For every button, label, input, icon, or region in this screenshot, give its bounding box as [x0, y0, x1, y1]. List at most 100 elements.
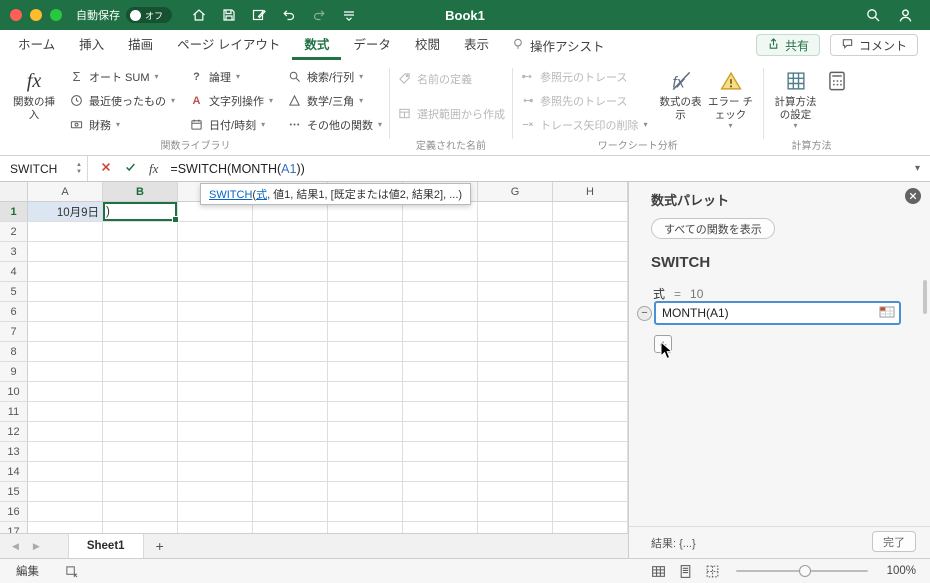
cell-G2[interactable]	[478, 222, 553, 242]
row-header-10[interactable]: 10	[0, 382, 28, 402]
cell-G10[interactable]	[478, 382, 553, 402]
cell-E15[interactable]	[328, 482, 403, 502]
cell-H9[interactable]	[553, 362, 628, 382]
cell-F15[interactable]	[403, 482, 478, 502]
cell-C5[interactable]	[178, 282, 253, 302]
customize-toolbar-icon[interactable]	[340, 7, 357, 24]
recently-used-button[interactable]: 最近使ったもの ▾	[69, 91, 175, 110]
financial-button[interactable]: 財務 ▾	[69, 115, 175, 134]
cell-D8[interactable]	[253, 342, 328, 362]
cell-A11[interactable]	[28, 402, 103, 422]
undo-icon[interactable]	[280, 7, 297, 24]
cell-A12[interactable]	[28, 422, 103, 442]
cell-H8[interactable]	[553, 342, 628, 362]
cell-F14[interactable]	[403, 462, 478, 482]
cell-D7[interactable]	[253, 322, 328, 342]
row-header-4[interactable]: 4	[0, 262, 28, 282]
row-header-9[interactable]: 9	[0, 362, 28, 382]
cell-C1[interactable]	[178, 202, 253, 222]
insert-function-button[interactable]: fx 関数の挿入	[9, 64, 59, 121]
cell-G3[interactable]	[478, 242, 553, 262]
cell-E12[interactable]	[328, 422, 403, 442]
cell-G7[interactable]	[478, 322, 553, 342]
cell-C15[interactable]	[178, 482, 253, 502]
show-formulas-button[interactable]: fx 数式の表示	[656, 64, 706, 121]
cell-C7[interactable]	[178, 322, 253, 342]
cell-H14[interactable]	[553, 462, 628, 482]
row-header-15[interactable]: 15	[0, 482, 28, 502]
panel-scrollbar[interactable]	[923, 280, 927, 314]
cell-E14[interactable]	[328, 462, 403, 482]
error-checking-button[interactable]: エラー チェック ▾	[706, 64, 756, 131]
search-icon[interactable]	[864, 7, 881, 24]
column-header-B[interactable]: B	[103, 182, 178, 201]
trace-precedents-button[interactable]: 参照元のトレース	[520, 67, 647, 86]
add-sheet-button[interactable]: +	[144, 534, 176, 558]
calculate-now-button[interactable]	[821, 64, 853, 96]
tooltip-function-link[interactable]: SWITCH	[209, 189, 252, 201]
cell-F4[interactable]	[403, 262, 478, 282]
cell-F12[interactable]	[403, 422, 478, 442]
cell-B17[interactable]	[103, 522, 178, 533]
cell-A1[interactable]: 10月9日	[28, 202, 103, 222]
cell-A7[interactable]	[28, 322, 103, 342]
cell-G4[interactable]	[478, 262, 553, 282]
cell-F17[interactable]	[403, 522, 478, 533]
home-icon[interactable]	[190, 7, 207, 24]
cell-H16[interactable]	[553, 502, 628, 522]
cell-D4[interactable]	[253, 262, 328, 282]
cell-B11[interactable]	[103, 402, 178, 422]
math-trig-button[interactable]: 数学/三角 ▾	[287, 91, 382, 110]
cell-B15[interactable]	[103, 482, 178, 502]
name-box[interactable]: SWITCH ▲ ▼	[0, 156, 88, 181]
cell-E13[interactable]	[328, 442, 403, 462]
cell-A9[interactable]	[28, 362, 103, 382]
cell-C3[interactable]	[178, 242, 253, 262]
save-icon[interactable]	[220, 7, 237, 24]
tell-me-button[interactable]: 操作アシスト	[501, 30, 615, 60]
tab-home[interactable]: ホーム	[6, 30, 67, 60]
cell-A8[interactable]	[28, 342, 103, 362]
cell-E8[interactable]	[328, 342, 403, 362]
cell-F1[interactable]	[403, 202, 478, 222]
done-button[interactable]: 完了	[872, 531, 916, 552]
cell-F5[interactable]	[403, 282, 478, 302]
cell-D3[interactable]	[253, 242, 328, 262]
cell-G17[interactable]	[478, 522, 553, 533]
cell-H17[interactable]	[553, 522, 628, 533]
row-header-5[interactable]: 5	[0, 282, 28, 302]
cell-H3[interactable]	[553, 242, 628, 262]
cell-D12[interactable]	[253, 422, 328, 442]
redo-icon[interactable]	[310, 7, 327, 24]
cell-D17[interactable]	[253, 522, 328, 533]
cell-C2[interactable]	[178, 222, 253, 242]
cell-B9[interactable]	[103, 362, 178, 382]
cell-F9[interactable]	[403, 362, 478, 382]
row-header-7[interactable]: 7	[0, 322, 28, 342]
cell-C9[interactable]	[178, 362, 253, 382]
row-header-13[interactable]: 13	[0, 442, 28, 462]
cell-H10[interactable]	[553, 382, 628, 402]
cell-B10[interactable]	[103, 382, 178, 402]
define-name-button[interactable]: 名前の定義	[397, 69, 505, 88]
account-icon[interactable]	[897, 7, 914, 24]
cell-E11[interactable]	[328, 402, 403, 422]
cell-B6[interactable]	[103, 302, 178, 322]
cell-E5[interactable]	[328, 282, 403, 302]
cell-D13[interactable]	[253, 442, 328, 462]
cell-B12[interactable]	[103, 422, 178, 442]
row-header-2[interactable]: 2	[0, 222, 28, 242]
column-header-A[interactable]: A	[28, 182, 103, 201]
tab-view[interactable]: 表示	[452, 30, 501, 60]
cell-C11[interactable]	[178, 402, 253, 422]
create-from-selection-button[interactable]: 選択範囲から作成	[397, 104, 505, 123]
cell-E2[interactable]	[328, 222, 403, 242]
cell-D2[interactable]	[253, 222, 328, 242]
next-sheet-icon[interactable]: ▶	[33, 541, 40, 552]
cell-F3[interactable]	[403, 242, 478, 262]
logical-button[interactable]: ? 論理 ▾	[189, 67, 273, 86]
calculation-options-button[interactable]: 計算方法の設定 ▾	[771, 64, 821, 131]
cell-G11[interactable]	[478, 402, 553, 422]
cell-G16[interactable]	[478, 502, 553, 522]
remove-arrows-button[interactable]: トレース矢印の削除 ▾	[520, 115, 648, 134]
